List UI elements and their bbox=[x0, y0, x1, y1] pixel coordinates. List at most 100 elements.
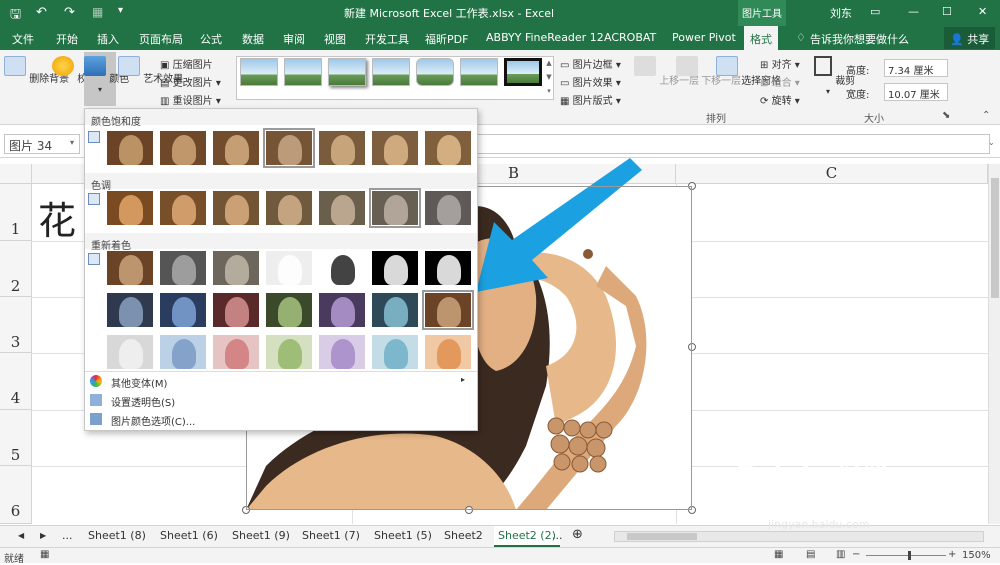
zoom-slider[interactable] bbox=[866, 555, 946, 556]
color-variant-thumbnail[interactable] bbox=[372, 335, 418, 369]
sheet-tab-active[interactable]: Sheet2 (2) bbox=[494, 526, 560, 547]
color-variant-thumbnail[interactable] bbox=[369, 188, 421, 228]
tab-developer[interactable]: 开发工具 bbox=[365, 31, 409, 47]
picture-effects-button[interactable]: ▭ 图片效果 ▾ bbox=[560, 74, 621, 89]
color-variant-thumbnail[interactable] bbox=[319, 131, 365, 165]
row-header-6[interactable]: 6 bbox=[0, 466, 32, 524]
sheet-tab-more-left[interactable]: ... bbox=[62, 529, 73, 542]
color-variant-thumbnail[interactable] bbox=[425, 131, 471, 165]
color-variant-thumbnail[interactable] bbox=[372, 251, 418, 285]
select-all-corner[interactable] bbox=[0, 164, 32, 184]
collapse-ribbon-icon[interactable]: ⌃ bbox=[982, 110, 990, 121]
name-box-dropdown-icon[interactable]: ▾ bbox=[70, 138, 74, 147]
tab-home[interactable]: 开始 bbox=[56, 31, 78, 47]
picture-style-4[interactable] bbox=[372, 58, 410, 86]
sheet-tab[interactable]: Sheet1 (9) bbox=[232, 529, 290, 542]
color-variant-thumbnail[interactable] bbox=[266, 335, 312, 369]
resize-handle[interactable] bbox=[242, 506, 250, 514]
picture-layout-button[interactable]: ▦ 图片版式 ▾ bbox=[560, 92, 621, 107]
color-variant-thumbnail[interactable] bbox=[319, 251, 365, 285]
sheet-tab[interactable]: Sheet1 (6) bbox=[160, 529, 218, 542]
tab-power-pivot[interactable]: Power Pivot bbox=[672, 31, 736, 44]
bring-forward-button[interactable]: 上移一层 bbox=[634, 56, 699, 87]
sheet-tab[interactable]: Sheet2 bbox=[444, 529, 483, 542]
color-variant-thumbnail[interactable] bbox=[372, 131, 418, 165]
color-variant-thumbnail[interactable] bbox=[425, 251, 471, 285]
color-variant-thumbnail[interactable] bbox=[266, 191, 312, 225]
color-variant-thumbnail[interactable] bbox=[160, 191, 206, 225]
user-name[interactable]: 刘东 bbox=[830, 5, 852, 21]
sheet-tab[interactable]: Sheet1 (7) bbox=[302, 529, 360, 542]
color-variant-thumbnail[interactable] bbox=[213, 131, 259, 165]
resize-handle[interactable] bbox=[688, 506, 696, 514]
next-sheet-icon[interactable]: ▶ bbox=[40, 531, 46, 540]
sheet-tab[interactable]: Sheet1 (5) bbox=[374, 529, 432, 542]
color-variant-thumbnail[interactable] bbox=[107, 251, 153, 285]
tab-view[interactable]: 视图 bbox=[324, 31, 346, 47]
resize-handle[interactable] bbox=[688, 182, 696, 190]
page-break-view-icon[interactable]: ▥ bbox=[836, 549, 845, 560]
resize-handle[interactable] bbox=[688, 343, 696, 351]
tab-acrobat[interactable]: ACROBAT bbox=[604, 31, 656, 44]
vertical-scrollbar[interactable] bbox=[988, 164, 1000, 524]
align-button[interactable]: ⊞ 对齐 ▾ bbox=[760, 56, 800, 71]
size-dialog-launcher[interactable]: ⬊ bbox=[942, 110, 950, 121]
row-header-3[interactable]: 3 bbox=[0, 297, 32, 353]
page-layout-view-icon[interactable]: ▤ bbox=[806, 549, 815, 560]
tab-page-layout[interactable]: 页面布局 bbox=[139, 31, 183, 47]
resize-handle[interactable] bbox=[465, 506, 473, 514]
zoom-in-icon[interactable]: + bbox=[948, 549, 956, 560]
remove-background-button[interactable]: 删除背景 bbox=[4, 56, 69, 85]
sheet-tab[interactable]: Sheet1 (8) bbox=[88, 529, 146, 542]
color-variant-thumbnail[interactable] bbox=[213, 293, 259, 327]
zoom-slider-thumb[interactable] bbox=[908, 551, 911, 560]
tab-data[interactable]: 数据 bbox=[242, 31, 264, 47]
width-input[interactable]: 10.07 厘米 bbox=[884, 83, 948, 101]
picture-border-button[interactable]: ▭ 图片边框 ▾ bbox=[560, 56, 621, 71]
picture-style-6[interactable] bbox=[460, 58, 498, 86]
row-header-5[interactable]: 5 bbox=[0, 410, 32, 466]
change-picture-button[interactable]: ▤ 更改图片 ▾ bbox=[160, 74, 221, 89]
color-variant-thumbnail[interactable] bbox=[213, 191, 259, 225]
minimize-icon[interactable]: — bbox=[908, 5, 919, 18]
column-header-c[interactable]: C bbox=[676, 164, 988, 184]
compress-pictures-button[interactable]: ▣ 压缩图片 bbox=[160, 56, 213, 71]
color-variant-thumbnail[interactable] bbox=[425, 335, 471, 369]
close-icon[interactable]: ✕ bbox=[978, 5, 987, 18]
color-variant-thumbnail[interactable] bbox=[422, 290, 474, 330]
add-sheet-icon[interactable]: ⊕ bbox=[572, 527, 583, 542]
ribbon-display-icon[interactable]: ▭ bbox=[870, 5, 880, 18]
picture-style-3[interactable] bbox=[328, 58, 366, 86]
row-header-2[interactable]: 2 bbox=[0, 241, 32, 297]
color-variant-thumbnail[interactable] bbox=[107, 335, 153, 369]
color-variant-thumbnail[interactable] bbox=[266, 293, 312, 327]
sheet-tab-more-right[interactable]: ... bbox=[552, 529, 563, 542]
color-variant-thumbnail[interactable] bbox=[107, 293, 153, 327]
send-backward-button[interactable]: 下移一层 bbox=[676, 56, 741, 87]
picture-style-5[interactable] bbox=[416, 58, 454, 86]
undo-icon[interactable]: ↶ bbox=[36, 5, 47, 20]
name-box[interactable]: 图片 34 bbox=[4, 134, 80, 154]
horizontal-scrollbar[interactable] bbox=[614, 531, 984, 542]
tab-abbyy[interactable]: ABBYY FineReader 12 bbox=[486, 31, 604, 44]
prev-sheet-icon[interactable]: ◀ bbox=[18, 531, 24, 540]
macro-record-icon[interactable]: ▦ bbox=[40, 549, 49, 560]
rotate-button[interactable]: ⟳ 旋转 ▾ bbox=[760, 92, 800, 107]
tab-insert[interactable]: 插入 bbox=[97, 31, 119, 47]
share-button[interactable]: 👤 共享 bbox=[944, 27, 996, 49]
maximize-icon[interactable]: ☐ bbox=[942, 5, 952, 18]
gallery-scroll[interactable]: ▲ ▼ ▾ bbox=[544, 56, 554, 100]
color-variant-thumbnail[interactable] bbox=[160, 131, 206, 165]
tab-format[interactable]: 格式 bbox=[744, 26, 778, 50]
corrections-button[interactable]: 校正 bbox=[52, 56, 97, 85]
qat-customize-icon[interactable]: ▾ bbox=[118, 5, 123, 16]
expand-formula-icon[interactable]: ⌄ bbox=[988, 138, 995, 147]
group-button[interactable]: ⊟ 组合 ▾ bbox=[760, 74, 800, 89]
redo-icon[interactable]: ↷ bbox=[64, 5, 75, 20]
tell-me-input[interactable]: 告诉我你想要做什么 bbox=[810, 31, 909, 47]
zoom-level[interactable]: 150% bbox=[962, 550, 991, 561]
color-variant-thumbnail[interactable] bbox=[319, 335, 365, 369]
picture-style-2[interactable] bbox=[284, 58, 322, 86]
color-variant-thumbnail[interactable] bbox=[160, 335, 206, 369]
color-variant-thumbnail[interactable] bbox=[319, 293, 365, 327]
